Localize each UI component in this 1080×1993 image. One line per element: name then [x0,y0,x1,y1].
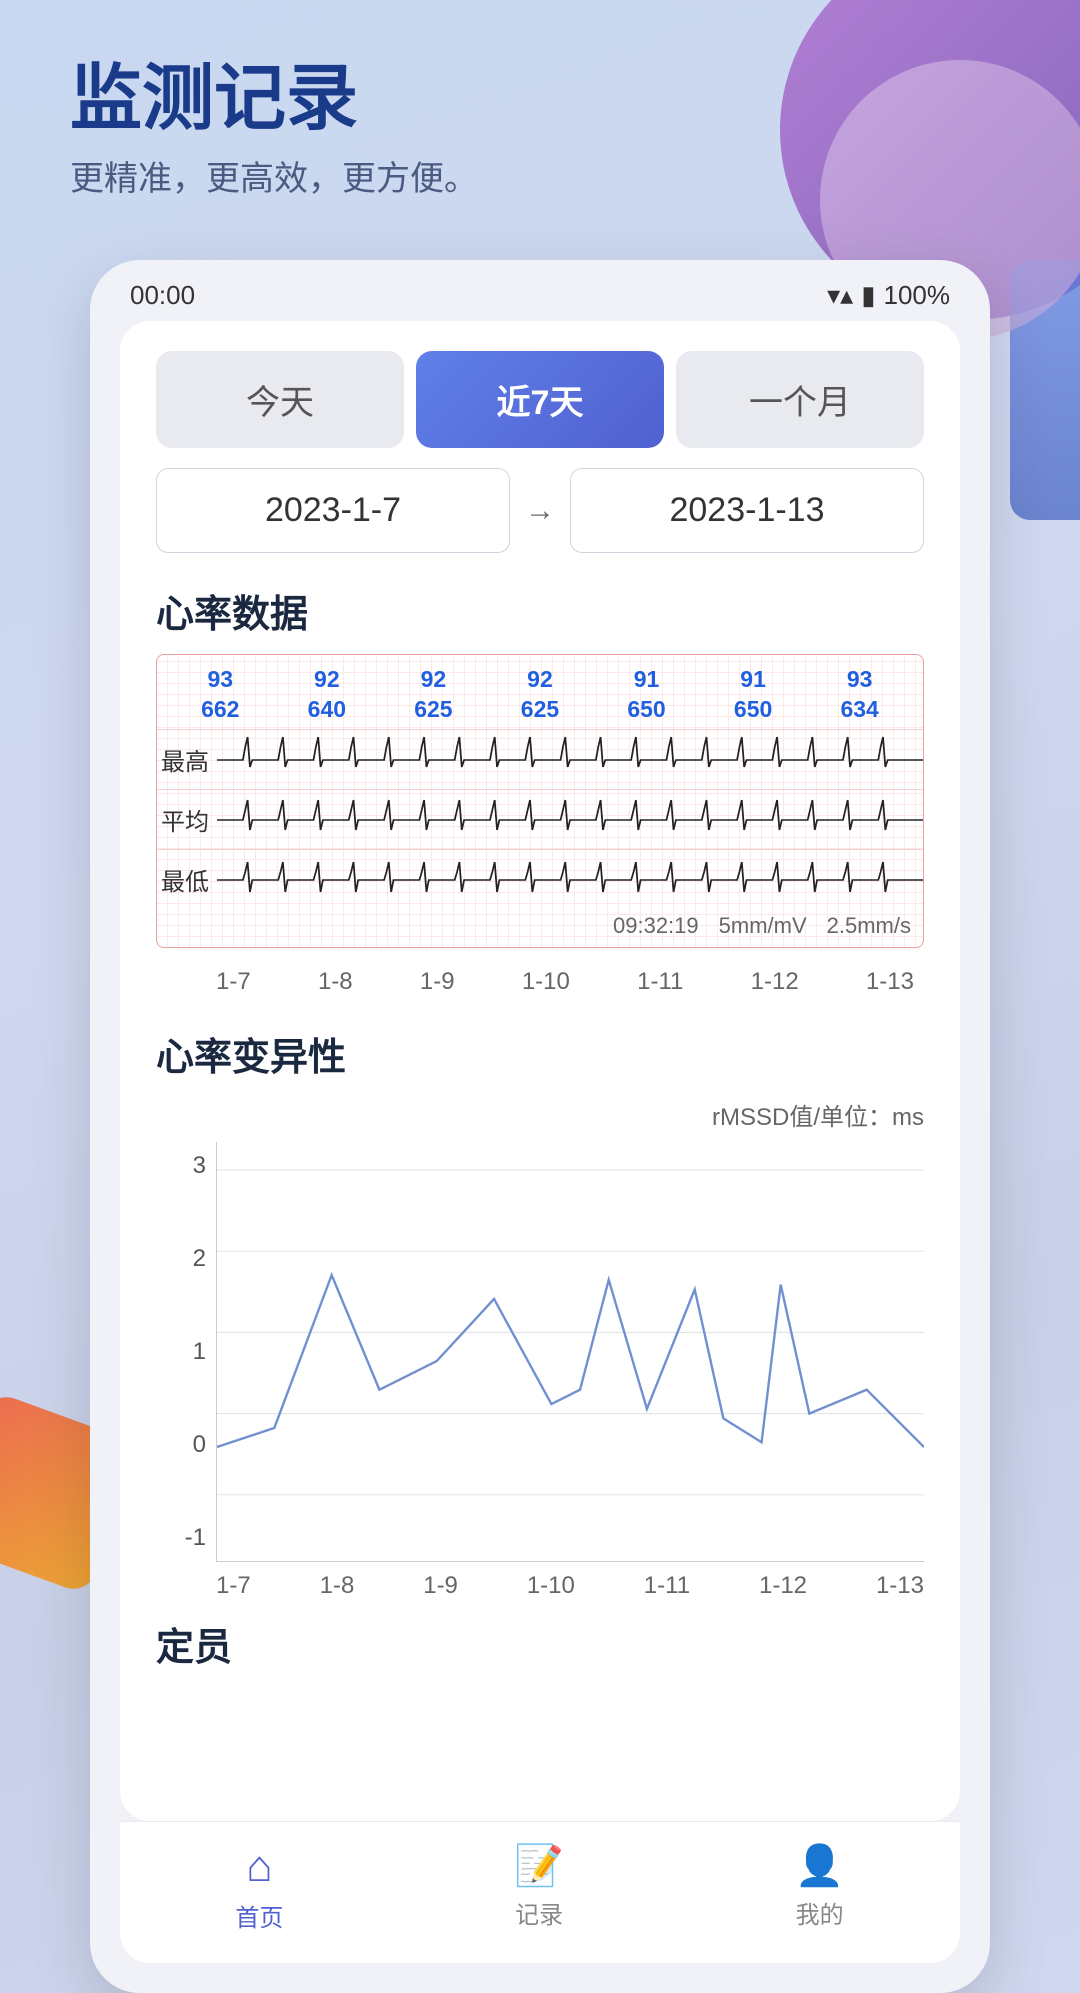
ecg-item-1: 92 640 [308,665,346,725]
page-title: 监测记录 [70,60,1010,139]
ecg-item-6: 93 634 [840,665,878,725]
ecg-x-2: 1-8 [318,968,353,996]
page-subtitle: 更精准，更高效，更方便。 [70,151,1010,200]
hrv-y-0: 0 [154,1431,206,1459]
heart-rate-title: 心率数据 [156,583,924,638]
ecg-bottom-info: 09:32:19 5mm/mV 2.5mm/s [157,909,923,939]
ecg-label-low: 最低 [157,862,217,897]
hrv-chart-wrapper: 3 2 1 0 -1 [216,1142,924,1562]
ecg-row-low: 最低 [157,849,923,909]
header: 监测记录 更精准，更高效，更方便。 [0,0,1080,240]
ecg-item-5: 91 650 [734,665,772,725]
tab-week7[interactable]: 近7天 [416,351,664,448]
tab-month[interactable]: 一个月 [676,351,924,448]
status-icons: ▾▴ ▮ 100% [827,280,950,311]
ecg-x-4: 1-10 [522,968,570,996]
profile-icon: 👤 [795,1842,845,1889]
hrv-y-3: 3 [154,1152,206,1180]
phone-frame: 00:00 ▾▴ ▮ 100% 今天 近7天 一个月 2023-1-7 → 20… [90,260,990,1993]
hrv-x-6: 1-12 [759,1572,807,1600]
hrv-y-neg1: -1 [154,1524,206,1552]
battery-percent: 100% [884,280,951,311]
ecg-x-5: 1-11 [637,968,683,996]
partial-section-title: 定员 [156,1616,924,1671]
status-bar: 00:00 ▾▴ ▮ 100% [90,260,990,321]
hrv-x-2: 1-8 [320,1572,355,1600]
ecg-row-avg: 平均 [157,789,923,849]
records-icon: 📝 [514,1842,564,1889]
bottom-nav: ⌂ 首页 📝 记录 👤 我的 [120,1821,960,1963]
ecg-rows: 最高 平均 最低 [157,729,923,909]
ecg-item-2: 92 625 [414,665,452,725]
nav-records-label: 记录 [515,1895,563,1930]
time-range-tabs: 今天 近7天 一个月 [156,351,924,448]
ecg-x-7: 1-13 [866,968,914,996]
hrv-unit: rMSSD值/单位：ms [156,1097,924,1132]
ecg-speed: 2.5mm/s [827,913,911,939]
status-time: 00:00 [130,280,195,311]
hrv-x-1: 1-7 [216,1572,251,1600]
date-range-row: 2023-1-7 → 2023-1-13 [156,468,924,553]
hrv-y-labels: 3 2 1 0 -1 [154,1142,206,1562]
ecg-row-high: 最高 [157,729,923,789]
hrv-x-3: 1-9 [423,1572,458,1600]
hrv-x-7: 1-13 [876,1572,924,1600]
ecg-label-avg: 平均 [157,802,217,837]
hrv-x-axis: 1-7 1-8 1-9 1-10 1-11 1-12 1-13 [216,1572,924,1600]
nav-mine-label: 我的 [796,1895,844,1930]
tab-today[interactable]: 今天 [156,351,404,448]
date-arrow: → [510,494,570,528]
nav-home-label: 首页 [235,1898,283,1933]
hrv-x-4: 1-10 [527,1572,575,1600]
hrv-title: 心率变异性 [156,1026,924,1081]
date-end[interactable]: 2023-1-13 [570,468,924,553]
ecg-x-1: 1-7 [216,968,251,996]
home-icon: ⌂ [246,1842,273,1892]
ecg-x-axis: 1-7 1-8 1-9 1-10 1-11 1-12 1-13 [156,964,924,996]
hrv-y-2: 2 [154,1245,206,1273]
wifi-icon: ▾▴ [827,280,853,311]
ecg-chart: 93 662 92 640 92 625 92 625 91 650 [156,654,924,948]
ecg-x-3: 1-9 [420,968,455,996]
date-start[interactable]: 2023-1-7 [156,468,510,553]
ecg-time: 09:32:19 [613,913,699,939]
ecg-item-0: 93 662 [201,665,239,725]
ecg-x-6: 1-12 [751,968,799,996]
ecg-label-high: 最高 [157,742,217,777]
ecg-amplitude: 5mm/mV [719,913,807,939]
ecg-item-3: 92 625 [521,665,559,725]
ecg-data-labels: 93 662 92 640 92 625 92 625 91 650 [157,665,923,725]
hrv-chart-svg [216,1142,924,1562]
phone-content: 今天 近7天 一个月 2023-1-7 → 2023-1-13 心率数据 93 … [120,321,960,1821]
hrv-x-5: 1-11 [644,1572,690,1600]
hrv-y-1: 1 [154,1338,206,1366]
ecg-item-4: 91 650 [627,665,665,725]
battery-icon: ▮ [861,280,875,311]
